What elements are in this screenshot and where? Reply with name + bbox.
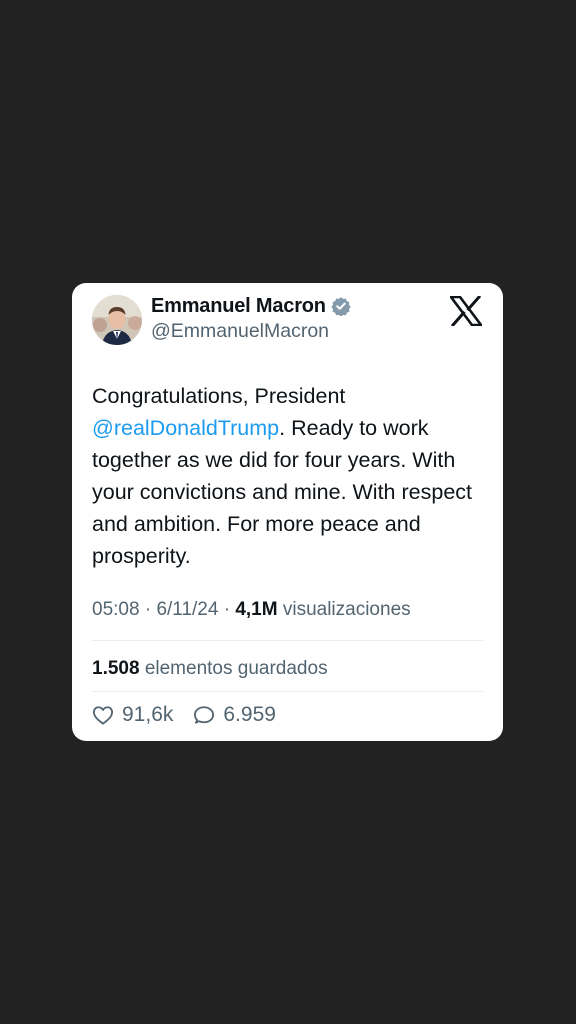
like-button[interactable]: 91,6k: [92, 703, 173, 727]
reply-bubble-icon: [193, 705, 215, 725]
divider: [92, 691, 483, 692]
saved-label: elementos guardados: [144, 658, 328, 679]
like-count: 91,6k: [122, 703, 174, 726]
meta-separator: ·: [223, 599, 231, 620]
divider: [92, 640, 483, 641]
mention-link[interactable]: @realDonaldTrump: [92, 416, 279, 440]
verified-badge-icon: [331, 296, 351, 317]
heart-icon: [92, 705, 114, 725]
reply-button[interactable]: 6.959: [193, 703, 276, 727]
meta-separator: ·: [144, 599, 152, 620]
tweet-time[interactable]: 05:08: [92, 599, 140, 620]
avatar[interactable]: [92, 295, 142, 345]
saved-count: 1.508: [92, 658, 140, 679]
x-logo-icon[interactable]: [448, 294, 484, 328]
author-display-name[interactable]: Emmanuel Macron: [151, 295, 326, 318]
saved-stats[interactable]: 1.508 elementos guardados: [92, 658, 328, 680]
author-name-row: Emmanuel Macron: [151, 293, 351, 319]
screen: Emmanuel Macron @EmmanuelMacron Congratu…: [0, 0, 576, 1024]
author-handle[interactable]: @EmmanuelMacron: [151, 320, 329, 343]
tweet-text-start: Congratulations, President: [92, 384, 346, 408]
tweet-text: Congratulations, President @realDonaldTr…: [92, 380, 487, 572]
tweet-date[interactable]: 6/11/24: [156, 599, 218, 620]
views-label: visualizaciones: [282, 599, 411, 620]
views-count: 4,1M: [235, 599, 278, 620]
tweet-card[interactable]: Emmanuel Macron @EmmanuelMacron Congratu…: [72, 283, 503, 741]
tweet-meta: 05:08 · 6/11/24 · 4,1M visualizaciones: [92, 599, 411, 621]
tweet-actions: 91,6k 6.959: [92, 703, 296, 727]
reply-count: 6.959: [223, 703, 276, 726]
